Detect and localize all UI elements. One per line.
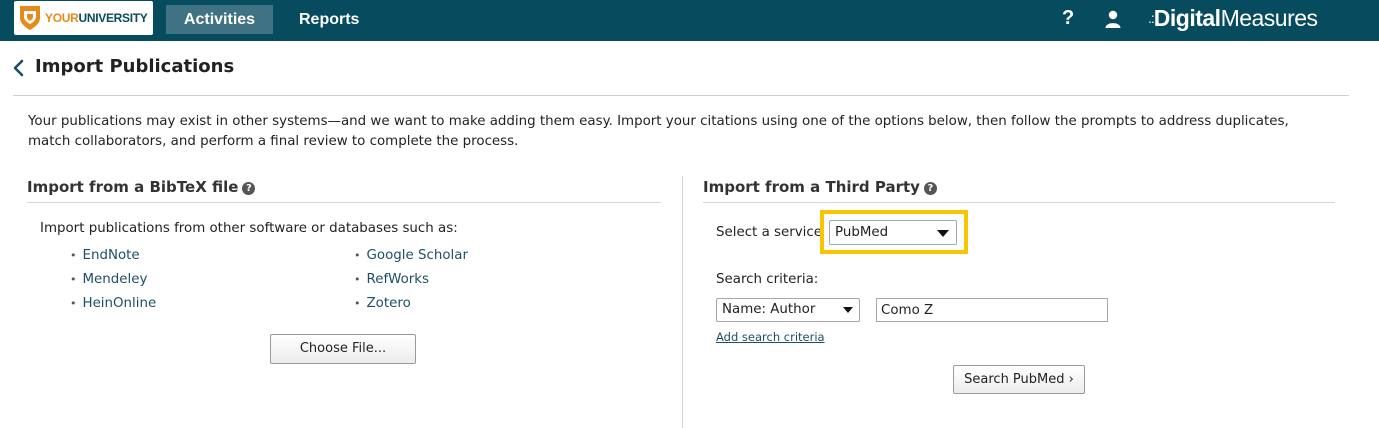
top-nav-bar: YOURUNIVERSITY Activities Reports ? .:Di… [0, 0, 1379, 41]
help-circle-icon[interactable]: ? [242, 182, 256, 195]
list-item: • Zotero [354, 296, 411, 311]
criteria-label: Search criteria: [716, 272, 819, 287]
caret-down-icon [937, 230, 949, 237]
logo-text: YOURUNIVERSITY [45, 11, 148, 25]
help-circle-icon[interactable]: ? [923, 182, 937, 195]
criteria-field-select[interactable]: Name: Author [716, 298, 860, 322]
back-chevron-icon[interactable] [12, 58, 26, 78]
shield-icon [20, 6, 40, 30]
third-party-divider [703, 202, 1335, 203]
user-icon[interactable] [1105, 10, 1121, 28]
page-title: Import Publications [35, 56, 235, 77]
list-item: • HeinOnline [70, 296, 157, 311]
bibtex-intro: Import publications from other software … [40, 221, 458, 236]
help-icon[interactable]: ? [1062, 7, 1074, 30]
list-item: • Google Scholar [354, 248, 468, 263]
bibtex-section-title: Import from a BibTeX file? [27, 178, 256, 196]
university-logo[interactable]: YOURUNIVERSITY [14, 1, 153, 35]
list-item: • RefWorks [354, 272, 430, 287]
service-label: Select a service [716, 225, 822, 240]
digital-measures-brand: .:DigitalMeasures [1148, 5, 1318, 31]
third-party-section-title: Import from a Third Party? [703, 178, 937, 196]
title-divider [13, 95, 1349, 96]
intro-text: Your publications may exist in other sys… [28, 114, 1289, 149]
list-item: • Mendeley [70, 272, 148, 287]
tab-activities[interactable]: Activities [166, 5, 273, 34]
choose-file-button[interactable]: Choose File... [270, 334, 416, 364]
service-select[interactable]: PubMed [829, 220, 957, 245]
bibtex-divider [27, 202, 661, 203]
list-item: • EndNote [70, 248, 140, 263]
column-divider [682, 176, 683, 428]
search-pubmed-button[interactable]: Search PubMed › [953, 365, 1085, 394]
caret-down-icon [843, 307, 853, 313]
source-list-col2: • Google Scholar • RefWorks • Zotero [354, 244, 468, 316]
service-select-value: PubMed [835, 225, 889, 240]
criteria-value-input[interactable] [876, 298, 1108, 322]
criteria-field-value: Name: Author [722, 302, 816, 317]
add-search-criteria-link[interactable]: Add search criteria [716, 330, 825, 344]
tab-reports[interactable]: Reports [283, 5, 375, 34]
source-list-col1: • EndNote • Mendeley • HeinOnline [70, 244, 156, 316]
